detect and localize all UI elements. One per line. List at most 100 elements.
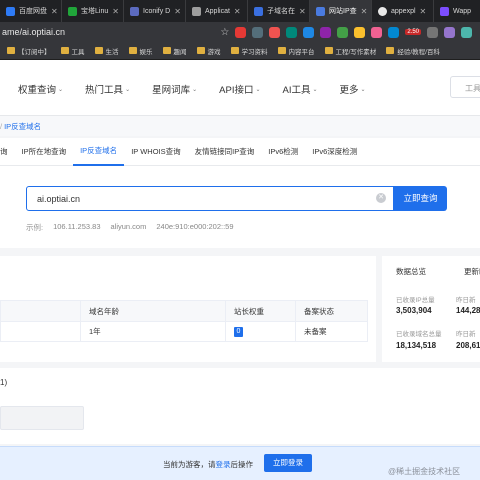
extension-icon[interactable] bbox=[252, 26, 264, 38]
table-row: 1年 0 未备案 bbox=[0, 321, 368, 342]
toolbox-search[interactable]: 工具 bbox=[450, 76, 480, 98]
breadcrumb-current: IP反查域名 bbox=[4, 121, 42, 131]
close-icon[interactable]: ✕ bbox=[174, 7, 181, 16]
browser-tab[interactable]: Applicat ✕ bbox=[186, 0, 248, 22]
tab-title: Wapp bbox=[453, 7, 472, 15]
examples-label: 示例: bbox=[26, 223, 44, 232]
close-icon[interactable]: ✕ bbox=[299, 7, 306, 16]
tab-title: Applicat bbox=[205, 7, 230, 15]
table-cell bbox=[1, 322, 81, 341]
browser-tab[interactable]: 子域名在 ✕ bbox=[248, 0, 310, 22]
chevron-down-icon: ⌄ bbox=[312, 86, 318, 93]
ip-total-value: 3,503,904 bbox=[396, 306, 432, 315]
extension-icon[interactable] bbox=[444, 26, 455, 38]
chevron-down-icon: ⌄ bbox=[255, 86, 261, 93]
bookmark-item[interactable]: 趣闻 bbox=[158, 46, 192, 56]
example-link[interactable]: 106.11.253.83 bbox=[53, 222, 100, 233]
example-link[interactable]: 240e:910:e000:202::59 bbox=[156, 222, 233, 233]
browser-tab[interactable]: 百度网盘 ✕ bbox=[0, 0, 62, 22]
bookmark-item[interactable]: 内容平台 bbox=[273, 46, 320, 56]
breadcrumb: / IP反查域名 bbox=[0, 116, 480, 136]
extension-icon[interactable] bbox=[235, 26, 247, 38]
extension-icon[interactable] bbox=[303, 26, 315, 38]
results-card: 域名年龄 站长权重 备案状态 1年 0 未备案 bbox=[0, 256, 376, 362]
browser-tab-active[interactable]: 网站IP查 ✕ bbox=[310, 0, 372, 22]
nav-item-hot-tools[interactable]: 热门工具 ⌄ bbox=[85, 82, 130, 96]
extension-icon[interactable] bbox=[388, 26, 400, 38]
browser-tab[interactable]: 宝塔Linu ✕ bbox=[62, 0, 124, 22]
browser-tab[interactable]: appexpl ✕ bbox=[372, 0, 434, 22]
folder-icon bbox=[196, 47, 205, 54]
bookmark-item[interactable]: 学习资料 bbox=[226, 46, 273, 56]
extension-icon[interactable] bbox=[354, 26, 366, 38]
extension-badge: 2.50 bbox=[405, 29, 421, 35]
tab-favicon-icon bbox=[6, 6, 15, 16]
tab-ipv6-deep-check[interactable]: IPv6深度检测 bbox=[305, 138, 364, 166]
tab-ipv6-check[interactable]: IPv6检测 bbox=[261, 138, 305, 166]
browser-tab-bar: 百度网盘 ✕ 宝塔Linu ✕ Iconify D ✕ Applicat ✕ 子域名在 ✕… bbox=[0, 0, 480, 22]
bookmark-item[interactable]: 娱乐 bbox=[124, 46, 158, 56]
login-button[interactable]: 立即登录 bbox=[264, 454, 312, 472]
tab-title: Iconify D bbox=[143, 7, 171, 15]
extension-icon[interactable] bbox=[461, 26, 472, 38]
stats-card: 数据总览 更新时 已收录IP总量 3,503,904 昨日新 144,28 已收… bbox=[382, 256, 480, 362]
tab-query[interactable]: 询 bbox=[0, 138, 15, 166]
tab-favicon-icon bbox=[68, 6, 77, 16]
tab-friend-link-same-ip[interactable]: 友情链接同IP查询 bbox=[188, 138, 262, 166]
nav-item-weight-query[interactable]: 权重查询 ⌄ bbox=[18, 82, 63, 96]
nav-item-ai-tools[interactable]: AI工具 ⌄ bbox=[282, 82, 317, 96]
nav-item-api[interactable]: API接口 ⌄ bbox=[219, 82, 260, 96]
bookmark-item[interactable]: 工程/写作素材 bbox=[320, 46, 382, 56]
search-button[interactable]: 立即查询 bbox=[394, 186, 447, 211]
tab-favicon-icon bbox=[254, 6, 263, 16]
weight-badge[interactable]: 0 bbox=[234, 326, 243, 337]
bookmark-item[interactable]: 【订阅中】 bbox=[2, 46, 56, 56]
folder-icon bbox=[162, 47, 171, 54]
github-icon bbox=[378, 6, 387, 16]
table-cell bbox=[1, 301, 81, 321]
tab-favicon-icon bbox=[440, 6, 449, 16]
tab-ip-location[interactable]: IP所在地查询 bbox=[15, 138, 74, 166]
chevron-down-icon: ⌄ bbox=[58, 86, 64, 93]
folder-icon bbox=[60, 47, 69, 54]
tab-ip-reverse-domain[interactable]: IP反查域名 bbox=[73, 138, 125, 166]
bookmark-item[interactable]: 工具 bbox=[56, 46, 90, 56]
extension-icon[interactable] bbox=[371, 26, 383, 38]
breadcrumb-separator: / bbox=[0, 121, 3, 131]
close-icon[interactable]: ✕ bbox=[112, 7, 119, 16]
nav-item-more[interactable]: 更多 ⌄ bbox=[340, 82, 366, 96]
extension-icon[interactable] bbox=[337, 26, 349, 38]
browser-tab[interactable]: Iconify D ✕ bbox=[124, 0, 186, 22]
clear-icon[interactable]: ✕ bbox=[376, 193, 386, 203]
tab-favicon-icon bbox=[130, 6, 139, 16]
tab-ip-whois[interactable]: IP WHOIS查询 bbox=[124, 138, 187, 166]
close-icon[interactable]: ✕ bbox=[420, 7, 427, 16]
browser-tab[interactable]: Wapp bbox=[434, 0, 480, 22]
result-count: 1) bbox=[0, 378, 8, 387]
close-icon[interactable]: ✕ bbox=[51, 7, 58, 16]
bookmark-item[interactable]: 游戏 bbox=[192, 46, 226, 56]
address-bar-row: ame/ai.optiai.cn ☆ 2.50 bbox=[0, 22, 480, 42]
nav-item-keyword-lib[interactable]: 星网词库 ⌄ bbox=[152, 82, 197, 96]
main-nav: 权重查询 ⌄ 热门工具 ⌄ 星网词库 ⌄ API接口 ⌄ AI工具 ⌄ 更多 ⌄ bbox=[18, 82, 366, 96]
domain-age-cell: 1年 bbox=[81, 322, 226, 341]
folder-icon bbox=[128, 47, 137, 54]
tab-title: 子域名在 bbox=[267, 8, 295, 15]
close-icon[interactable]: ✕ bbox=[234, 7, 241, 16]
folder-icon bbox=[324, 47, 333, 54]
close-icon[interactable]: ✕ bbox=[361, 7, 368, 16]
domain-new-label: 昨日新 bbox=[456, 331, 476, 338]
example-link[interactable]: aliyun.com bbox=[111, 222, 147, 233]
bookmark-item[interactable]: 生活 bbox=[90, 46, 124, 56]
bookmark-star-icon[interactable]: ☆ bbox=[220, 27, 229, 38]
extension-icon[interactable] bbox=[320, 26, 332, 38]
login-link[interactable]: 登录 bbox=[216, 460, 231, 469]
search-input[interactable]: ai.optiai.cn bbox=[26, 186, 394, 211]
extension-icon[interactable] bbox=[427, 26, 438, 38]
extension-icon[interactable] bbox=[286, 26, 298, 38]
domain-list-item[interactable] bbox=[0, 406, 84, 430]
extension-icon[interactable] bbox=[269, 26, 281, 38]
bookmark-item[interactable]: 经验/教程/百科 bbox=[381, 46, 445, 56]
address-bar[interactable]: ame/ai.optiai.cn bbox=[0, 24, 220, 40]
tab-title: 网站IP查 bbox=[329, 8, 357, 15]
